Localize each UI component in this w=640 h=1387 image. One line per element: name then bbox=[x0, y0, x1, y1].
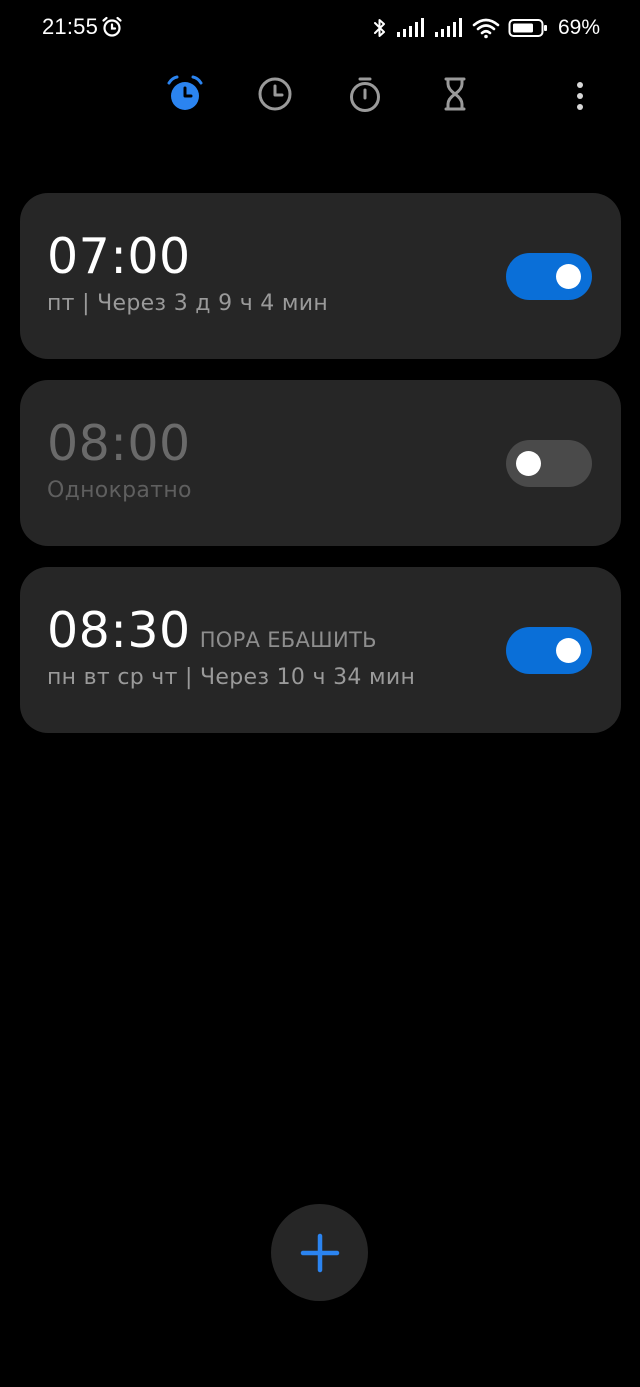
hourglass-icon bbox=[444, 77, 466, 111]
alarm-list: 07:00 пт | Через 3 д 9 ч 4 мин 08:00 Одн… bbox=[20, 193, 621, 754]
battery-icon bbox=[508, 19, 547, 37]
stopwatch-icon bbox=[350, 77, 380, 112]
bluetooth-icon bbox=[373, 19, 385, 37]
status-bar: 21:55 69% bbox=[0, 0, 640, 56]
alarm-icon bbox=[167, 75, 203, 110]
alarm-time: 07:00 bbox=[47, 228, 191, 285]
alarm-icon bbox=[102, 16, 122, 37]
alarm-card[interactable]: 08:30 ПОРА ЕБАШИТЬ пн вт ср чт | Через 1… bbox=[20, 567, 621, 733]
alarm-toggle[interactable] bbox=[506, 627, 592, 674]
add-alarm-button[interactable] bbox=[271, 1204, 368, 1301]
alarm-toggle[interactable] bbox=[506, 440, 592, 487]
tab-stopwatch[interactable] bbox=[343, 72, 387, 116]
signal-icon bbox=[434, 18, 462, 37]
tab-clock[interactable] bbox=[253, 72, 297, 116]
alarm-time: 08:30 bbox=[47, 602, 191, 659]
more-options-button[interactable] bbox=[560, 76, 600, 116]
status-time: 21:55 bbox=[42, 14, 99, 39]
toggle-knob bbox=[556, 638, 581, 663]
tab-bar bbox=[0, 66, 640, 124]
more-vertical-icon bbox=[577, 82, 583, 110]
alarm-label: ПОРА ЕБАШИТЬ bbox=[199, 628, 377, 652]
alarm-toggle[interactable] bbox=[506, 253, 592, 300]
toggle-knob bbox=[556, 264, 581, 289]
alarm-time: 08:00 bbox=[47, 415, 191, 472]
alarm-repeat-info: пт | Через 3 д 9 ч 4 мин bbox=[47, 291, 329, 316]
wifi-icon bbox=[472, 18, 500, 39]
status-indicators: 69% bbox=[372, 14, 600, 42]
alarm-card[interactable]: 07:00 пт | Через 3 д 9 ч 4 мин bbox=[20, 193, 621, 359]
alarm-time-row: 08:00 bbox=[47, 416, 191, 472]
signal-icon bbox=[396, 18, 424, 37]
alarm-card[interactable]: 08:00 Однократно bbox=[20, 380, 621, 546]
alarm-time-row: 07:00 bbox=[47, 229, 191, 285]
clock-icon bbox=[258, 77, 292, 111]
alarm-repeat-info: пн вт ср чт | Через 10 ч 34 мин bbox=[47, 665, 416, 690]
tab-timer[interactable] bbox=[433, 72, 477, 116]
plus-icon bbox=[300, 1233, 339, 1272]
alarm-repeat-info: Однократно bbox=[47, 478, 192, 503]
battery-percent: 69% bbox=[557, 16, 600, 39]
tab-alarm[interactable] bbox=[163, 72, 207, 116]
toggle-knob bbox=[516, 451, 541, 476]
alarm-time-row: 08:30 ПОРА ЕБАШИТЬ bbox=[47, 603, 377, 659]
